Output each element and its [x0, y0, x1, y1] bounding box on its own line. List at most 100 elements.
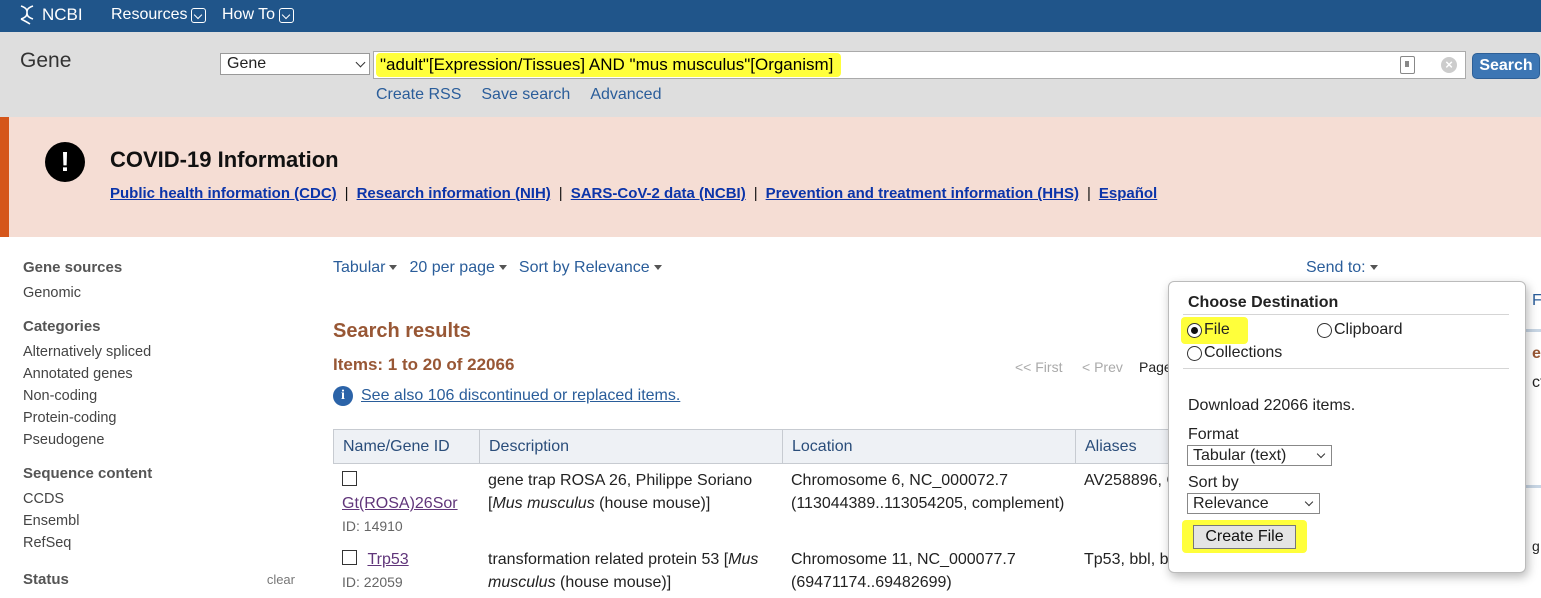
separator: |	[344, 185, 349, 202]
filter-item-pseudogene[interactable]: Pseudogene	[23, 429, 303, 451]
right-panel-fragment: g	[1532, 538, 1540, 554]
format-select-value: Tabular (text)	[1193, 447, 1287, 464]
right-panel-divider	[1526, 485, 1541, 488]
covid-link-ncbi[interactable]: SARS-CoV-2 data (NCBI)	[571, 185, 746, 202]
gene-id: ID: 22059	[342, 574, 403, 590]
location-cell: Chromosome 6, NC_000072.7 (113044389..11…	[791, 472, 1065, 512]
filter-item-refseq[interactable]: RefSeq	[23, 532, 303, 554]
covid-link-nih[interactable]: Research information (NIH)	[357, 185, 551, 202]
database-select[interactable]: Gene	[220, 53, 370, 75]
covid-links: Public health information (CDC) | Research…	[110, 185, 1157, 202]
exclamation-icon: !	[45, 142, 85, 182]
description-cell: gene trap ROSA 26, Philippe Soriano [Mus…	[479, 464, 782, 543]
advanced-link[interactable]: Advanced	[590, 86, 661, 104]
sort-dropdown[interactable]: Sort by Relevance	[519, 259, 662, 277]
search-button[interactable]: Search	[1472, 53, 1540, 79]
species-name: Mus musculus	[492, 495, 595, 512]
search-input[interactable]: "adult"[Expression/Tissues] AND "mus mus…	[373, 51, 1466, 79]
display-settings-bar: Tabular 20 per page Sort by Relevance	[333, 259, 662, 277]
covid-title: COVID-19 Information	[110, 147, 339, 172]
filter-group-gene-sources: Gene sources Genomic	[23, 259, 303, 304]
sort-label: Sort by	[1188, 474, 1239, 491]
filter-item-protein-coding[interactable]: Protein-coding	[23, 407, 303, 429]
filter-heading: Status	[23, 571, 69, 588]
create-file-button[interactable]: Create File	[1193, 525, 1296, 549]
right-panel-fragment[interactable]: F	[1532, 292, 1541, 310]
save-search-link[interactable]: Save search	[481, 86, 570, 104]
filter-item-ccds[interactable]: CCDS	[23, 488, 303, 510]
row-checkbox[interactable]	[342, 471, 357, 487]
see-also-link[interactable]: See also 106 discontinued or replaced it…	[361, 387, 680, 405]
chevron-down-icon	[1304, 497, 1314, 507]
resources-menu-label: Resources	[111, 6, 188, 23]
location-cell: Chromosome 11, NC_000077.7 (69471174..69…	[791, 551, 1016, 591]
filter-item-alternatively-spliced[interactable]: Alternatively spliced	[23, 341, 303, 363]
row-checkbox[interactable]	[342, 550, 357, 566]
ncbi-logo-text: NCBI	[42, 5, 83, 24]
filter-item-non-coding[interactable]: Non-coding	[23, 385, 303, 407]
filter-group-categories: Categories Alternatively spliced Annotat…	[23, 318, 303, 451]
chevron-down-icon	[191, 7, 207, 23]
pager-page-label: Page	[1139, 359, 1172, 375]
send-to-popup: Choose Destination File Clipboard Collec…	[1168, 281, 1526, 573]
clear-icon[interactable]: ×	[1441, 57, 1457, 73]
separator: |	[558, 185, 563, 202]
results-count: Items: 1 to 20 of 22066	[333, 355, 515, 374]
radio-icon	[1187, 345, 1202, 361]
results-title: Search results	[333, 320, 471, 342]
ncbi-header-bar: NCBI Resources How To	[0, 0, 1541, 32]
destination-label: Collections	[1204, 344, 1283, 361]
filter-sidebar: Gene sources Genomic Categories Alternat…	[23, 259, 303, 568]
column-header-name[interactable]: Name/Gene ID	[334, 430, 480, 463]
chevron-down-icon	[279, 7, 295, 23]
see-also-notice: i See also 106 discontinued or replaced …	[333, 386, 680, 406]
right-panel-fragment: e	[1532, 345, 1541, 362]
resources-menu[interactable]: Resources	[111, 6, 207, 24]
gene-id: ID: 14910	[342, 518, 403, 534]
filter-heading: Gene sources	[23, 259, 123, 276]
ncbi-logo[interactable]: NCBI	[18, 4, 83, 26]
per-page-dropdown[interactable]: 20 per page	[409, 259, 506, 277]
covid-link-cdc[interactable]: Public health information (CDC)	[110, 185, 337, 202]
clipboard-icon[interactable]	[1400, 56, 1415, 74]
radio-selected-icon	[1187, 322, 1202, 338]
format-dropdown[interactable]: Tabular	[333, 259, 397, 277]
filter-heading: Categories	[23, 318, 101, 335]
divider	[1183, 368, 1509, 369]
gene-link[interactable]: Trp53	[367, 551, 408, 568]
pager-first[interactable]: << First	[1015, 359, 1062, 375]
format-select[interactable]: Tabular (text)	[1187, 445, 1332, 466]
chevron-down-icon	[355, 57, 366, 68]
sort-select[interactable]: Relevance	[1187, 493, 1320, 514]
right-panel-divider	[1526, 329, 1541, 332]
destination-label: Clipboard	[1334, 321, 1403, 338]
create-rss-link[interactable]: Create RSS	[376, 86, 461, 104]
search-links: Create RSS Save search Advanced	[376, 86, 661, 104]
filter-group-status: Status clear	[23, 571, 295, 594]
name-cell: Trp53 ID: 22059	[333, 543, 479, 598]
howto-menu[interactable]: How To	[222, 6, 295, 24]
covid-link-espanol[interactable]: Español	[1099, 185, 1157, 202]
destination-file-radio[interactable]: File	[1187, 321, 1230, 339]
destination-collections-radio[interactable]: Collections	[1187, 344, 1282, 362]
description-text: transformation related protein 53 [	[488, 551, 729, 568]
filter-item-annotated-genes[interactable]: Annotated genes	[23, 363, 303, 385]
column-header-location[interactable]: Location	[783, 430, 1076, 463]
destination-label: File	[1204, 321, 1230, 338]
pager-prev[interactable]: < Prev	[1082, 359, 1123, 375]
separator: |	[753, 185, 758, 202]
right-panel-fragment: ct	[1532, 374, 1541, 391]
covid-link-hhs[interactable]: Prevention and treatment information (HH…	[766, 185, 1079, 202]
howto-menu-label: How To	[222, 6, 276, 23]
radio-icon	[1317, 322, 1332, 338]
send-to-dropdown[interactable]: Send to:	[1306, 259, 1378, 277]
destination-clipboard-radio[interactable]: Clipboard	[1317, 321, 1402, 339]
clear-filter-link[interactable]: clear	[267, 572, 295, 587]
divider	[1183, 314, 1509, 315]
search-query-text: "adult"[Expression/Tissues] AND "mus mus…	[376, 53, 842, 77]
sort-select-value: Relevance	[1193, 495, 1269, 512]
gene-link[interactable]: Gt(ROSA)26Sor	[342, 495, 458, 512]
column-header-description[interactable]: Description	[480, 430, 783, 463]
filter-item-ensembl[interactable]: Ensembl	[23, 510, 303, 532]
filter-item-genomic[interactable]: Genomic	[23, 282, 303, 304]
